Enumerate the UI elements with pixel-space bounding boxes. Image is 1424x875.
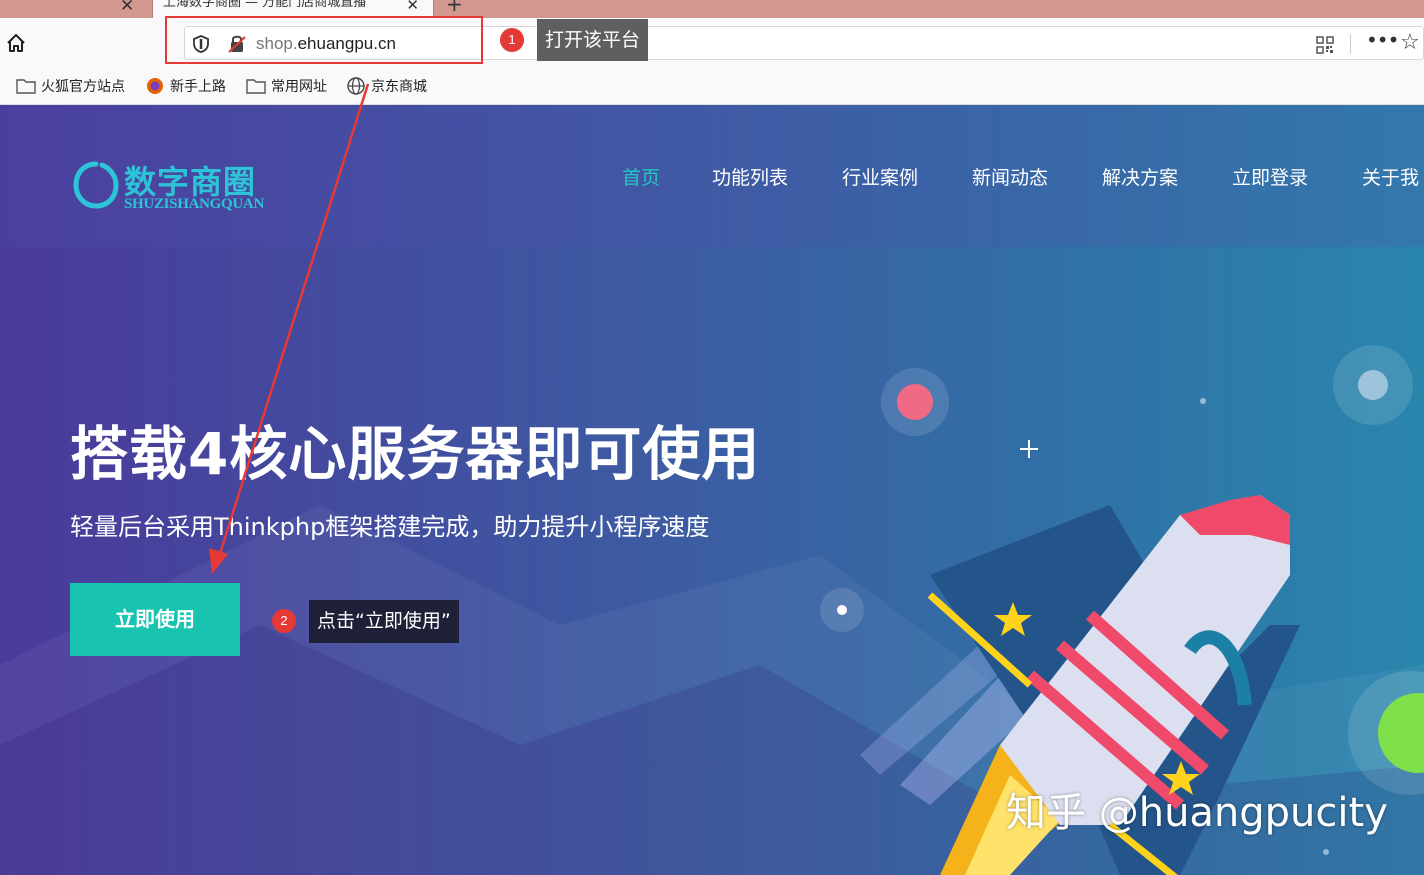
nav-about[interactable]: 关于我 (1362, 163, 1424, 190)
nav-cases[interactable]: 行业案例 (842, 163, 918, 190)
bookmark-label: 新手上路 (170, 79, 226, 95)
logo-mark[interactable] (72, 160, 120, 210)
nav-login[interactable]: 立即登录 (1232, 163, 1308, 190)
bookmark-star-icon[interactable]: ☆ (1400, 30, 1420, 55)
bookmark-label: 京东商城 (371, 79, 427, 95)
more-actions-icon[interactable]: ••• (1366, 28, 1399, 52)
tab-close-icon[interactable]: ✕ (406, 0, 419, 14)
step-badge-2: 2 (272, 609, 296, 633)
bookmark-label: 火狐官方站点 (41, 79, 125, 95)
qr-code-icon[interactable] (1316, 36, 1334, 54)
bookmark-label: 常用网址 (271, 79, 327, 95)
bookmark-getting-started[interactable]: 新手上路 (145, 76, 226, 96)
hero-headline: 搭载4核心服务器即可使用 (70, 420, 761, 488)
bookmark-firefox-site[interactable]: 火狐官方站点 (16, 76, 125, 96)
start-using-button[interactable]: 立即使用 (70, 583, 240, 656)
nav-solutions[interactable]: 解决方案 (1102, 163, 1178, 190)
tab-title: 上海数字商圈 — 万能门店商城直播 (163, 0, 367, 10)
watermark: 知乎 @huangpucity (1006, 790, 1388, 836)
close-icon[interactable]: ✕ (120, 0, 134, 16)
step-tooltip-2: 点击“立即使用” (309, 600, 459, 643)
firefox-icon (147, 78, 163, 94)
new-tab-icon[interactable]: + (446, 0, 463, 16)
bookmarks-toolbar: 火狐官方站点 新手上路 常用网址 京东商城 (0, 68, 1424, 105)
bookmark-jd[interactable]: 京东商城 (346, 76, 427, 96)
nav-news[interactable]: 新闻动态 (972, 163, 1048, 190)
hero-subline: 轻量后台采用Thinkphp框架搭建完成，助力提升小程序速度 (70, 513, 710, 541)
url-text[interactable]: shop.ehuangpu.cn (256, 34, 396, 54)
bookmark-common-sites[interactable]: 常用网址 (246, 76, 327, 96)
folder-icon (16, 79, 36, 94)
nav-home[interactable]: 首页 (622, 163, 660, 190)
folder-icon (246, 79, 266, 94)
hero-section: 数字商圈 SHUZISHANGQUAN 首页 功能列表 行业案例 新闻动态 解决… (0, 105, 1424, 875)
globe-icon (347, 77, 365, 95)
step-tooltip-1: 打开该平台 (537, 19, 649, 61)
home-icon[interactable] (5, 32, 27, 54)
nav-features[interactable]: 功能列表 (712, 163, 788, 190)
toolbar-separator (1350, 34, 1351, 54)
step-badge-1: 1 (500, 28, 524, 52)
shield-icon[interactable] (192, 34, 210, 54)
logo-subtext: SHUZISHANGQUAN (124, 196, 264, 212)
insecure-lock-icon[interactable] (228, 34, 246, 54)
